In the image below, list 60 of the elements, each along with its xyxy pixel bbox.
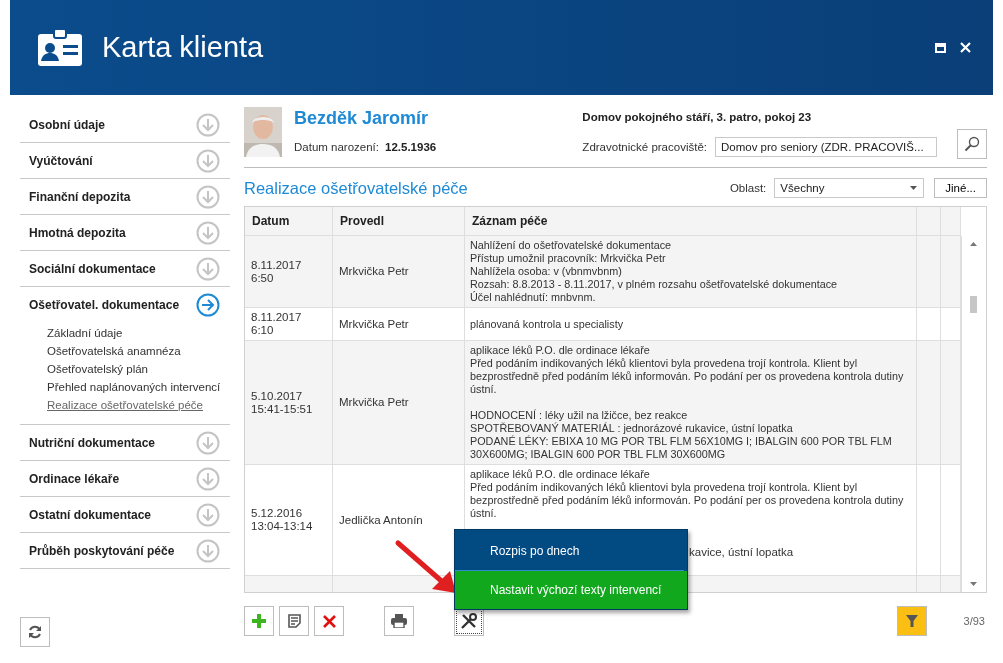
refresh-icon	[27, 624, 43, 640]
scroll-thumb[interactable]	[970, 296, 977, 313]
sidebar-link[interactable]: Ošetřovatelský plán	[47, 361, 148, 378]
plus-icon	[252, 614, 266, 628]
sidebar-link[interactable]: Realizace ošetřovatelské péče	[47, 397, 203, 414]
area-label: Oblast:	[729, 182, 767, 194]
search-icon	[964, 136, 980, 152]
table-cell: Mrkvička Petr	[333, 236, 465, 307]
sidebar-item[interactable]: Sociální dokumentace	[29, 261, 156, 276]
id-card-icon	[36, 27, 84, 68]
patient-name: Bezděk Jaromír	[294, 108, 429, 129]
table-cell: 5.12.2016 13:04-13:14	[245, 465, 333, 575]
table-cell: Mrkvička Petr	[333, 308, 465, 340]
location-text: Domov pokojného stáří, 3. patro, pokoj 23	[582, 111, 813, 123]
scroll-up-icon[interactable]	[970, 242, 977, 246]
other-button[interactable]: Jiné...	[934, 178, 987, 198]
sidebar-link[interactable]: Přehled naplánovaných intervencí	[47, 379, 221, 396]
printer-icon	[391, 614, 407, 628]
workplace-label: Zdravotnické pracoviště:	[582, 141, 707, 153]
table-cell: plánovaná kontrola u specialisty	[465, 308, 917, 340]
birth-date: 12.5.1936	[385, 141, 437, 153]
record-counter: 3/93	[963, 615, 986, 627]
refresh-button[interactable]	[20, 617, 50, 647]
caret-icon	[910, 186, 918, 190]
sidebar-link[interactable]: Základní údaje	[47, 325, 123, 342]
sidebar-item[interactable]: Průběh poskytování péče	[29, 543, 175, 558]
table-cell: 8.11.2017 6:10	[245, 308, 333, 340]
delete-button[interactable]	[314, 606, 344, 636]
document-icon	[287, 614, 301, 628]
filter-button[interactable]	[896, 606, 927, 636]
sidebar-item[interactable]: Ostatní dokumentace	[29, 507, 152, 522]
table-cell: aplikace léků P.O. dle ordinace lékaře Před podáním indikovaných léků klientovi byla provedena trojí kontrola. Klient byl bezprostředně před podáním léků informován. Po podání per os provedena kontrola dutiny ústní. HODNOCENÍ : léky užil na lžičce, bez reakce SPOTŘEBOVANÝ MATERIÁL : jednorázové rukavice, ústní lopatka PODANÉ LÉKY: EBIXA 10 MG POR TBL FLM 56X10MG I; IBALGIN 600 POR TBL FLM 30X600MG; IBALGIN 600 POR TBL FLM 30X600MG	[465, 341, 917, 464]
print-button[interactable]	[384, 606, 414, 636]
sidebar-item[interactable]: Vyúčtování	[29, 153, 93, 168]
sidebar-item[interactable]: Nutriční dokumentace	[29, 435, 156, 450]
area-dropdown[interactable]: Všechny	[774, 178, 925, 198]
arrow-right-icon[interactable]	[196, 292, 220, 317]
table-cell: 5.10.2017 15:41-15:51	[245, 341, 333, 464]
table-cell: Nahlížení do ošetřovatelské dokumentace Přístup umožnil pracovník: Mrkvička Petr Nahlížela osoba: v (vbnmvbnm) Rozsah: 8.8.2013 - 8.11.2017, v plném rozsahu ošetřovatelské dokumentace Účel nahlédnutí: mnbvnm.	[465, 236, 917, 307]
window-title: Karta klienta	[102, 31, 265, 64]
search-button[interactable]	[957, 129, 987, 159]
close-icon[interactable]	[960, 42, 971, 53]
sidebar-item[interactable]: Hmotná depozita	[29, 225, 126, 240]
sidebar-item[interactable]: Ordinace lékaře	[29, 471, 120, 486]
scroll-down-icon[interactable]	[970, 582, 977, 586]
section-title: Realizace ošetřovatelské péče	[244, 178, 468, 198]
table-cell: Mrkvička Petr	[333, 341, 465, 464]
close-icon	[322, 614, 336, 628]
workplace-dropdown[interactable]: Domov pro seniory (ZDR. PRACOVIŠ...	[715, 137, 937, 157]
birth-date-label: Datum narození:	[294, 141, 379, 153]
edit-button[interactable]	[279, 606, 309, 636]
sidebar-item[interactable]: Finanční depozita	[29, 189, 131, 204]
add-button[interactable]	[244, 606, 274, 636]
filter-icon	[905, 615, 918, 627]
sidebar-item[interactable]: Ošetřovatel. dokumentace	[29, 297, 180, 312]
table-cell: 8.11.2017 6:50	[245, 236, 333, 307]
sidebar-item[interactable]: Osobní údaje	[29, 117, 105, 132]
tools-icon	[460, 612, 478, 630]
maximize-icon[interactable]	[935, 42, 946, 53]
sidebar-link[interactable]: Ošetřovatelská anamnéza	[47, 343, 181, 360]
